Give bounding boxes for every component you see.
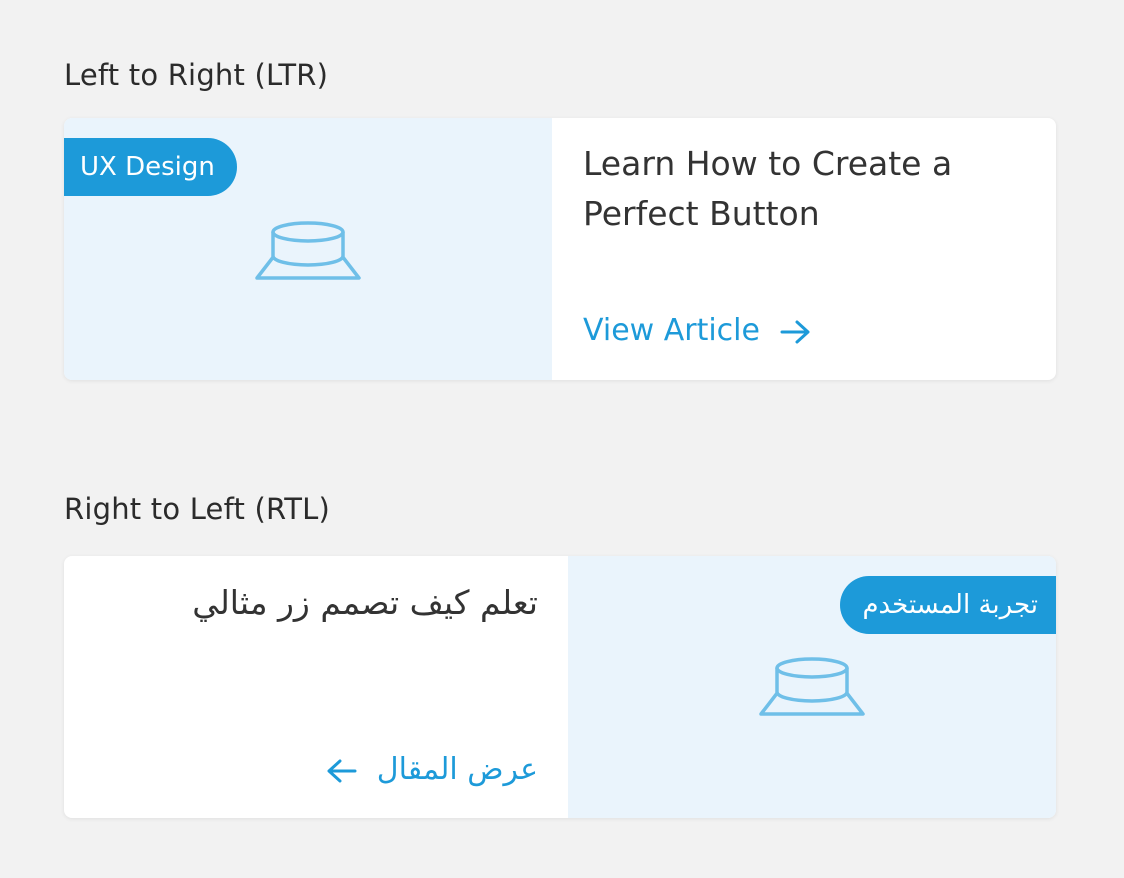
- ltr-section-title: Left to Right (LTR): [64, 58, 329, 92]
- button-illustration-icon: [759, 657, 865, 716]
- rtl-article-title: تعلم كيف تصمم زر مثالي: [192, 583, 538, 622]
- rtl-article-card: تجربة المستخدم تعلم كيف تصمم زر مثالي عر…: [64, 556, 1056, 818]
- rtl-category-badge: تجربة المستخدم: [840, 576, 1056, 634]
- rtl-view-article-label: عرض المقال: [376, 752, 538, 787]
- ltr-category-badge: UX Design: [64, 138, 237, 196]
- ltr-article-card: UX Design Learn How to Create a Perfect …: [64, 118, 1056, 380]
- ltr-view-article-label: View Article: [583, 313, 760, 348]
- arrow-left-icon: [327, 759, 357, 782]
- rtl-card-media: تجربة المستخدم: [568, 556, 1056, 818]
- button-illustration-icon: [255, 221, 361, 280]
- ltr-article-title: Learn How to Create a Perfect Button: [583, 144, 953, 233]
- rtl-section-title: Right to Left (RTL): [64, 492, 331, 526]
- rtl-view-article-link[interactable]: عرض المقال: [325, 750, 538, 790]
- ltr-card-media: UX Design: [64, 118, 552, 380]
- arrow-right-icon: [780, 320, 810, 343]
- ltr-view-article-link[interactable]: View Article: [583, 311, 812, 351]
